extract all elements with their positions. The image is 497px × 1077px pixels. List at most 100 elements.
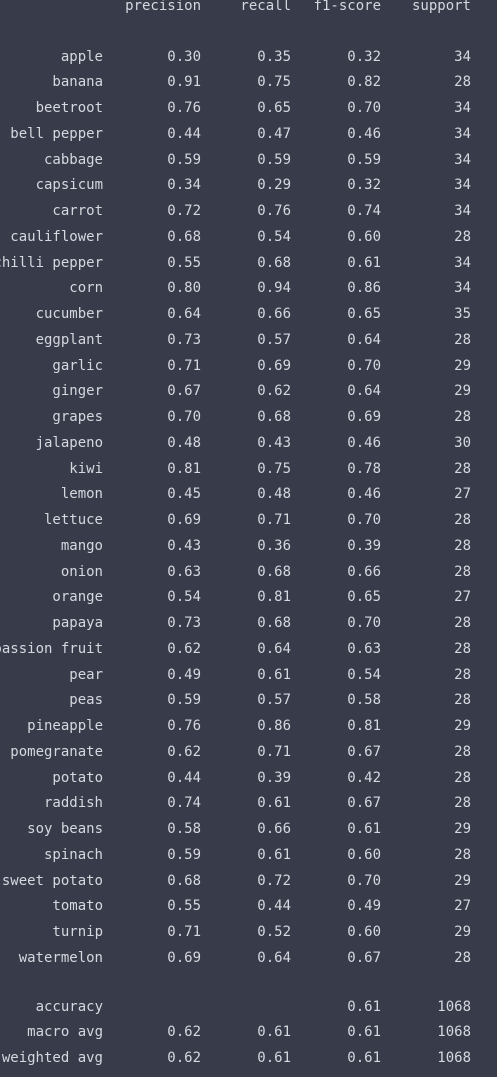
cell-precision: 0.67: [167, 383, 201, 400]
cell-support: 28: [454, 743, 471, 760]
cell-f1-score: 0.61: [347, 998, 381, 1015]
cell-recall: 0.39: [257, 769, 291, 786]
cell-label: grapes: [52, 409, 103, 425]
cell-f1-score: 0.61: [347, 821, 381, 837]
cell-support: 28: [454, 692, 471, 709]
cell-support: 34: [454, 177, 471, 194]
cell-recall: 0.72: [257, 872, 291, 889]
cell-precision: 0.71: [167, 924, 201, 940]
cell-recall: 0.36: [257, 537, 291, 554]
table-row: passion fruit 0.62 0.64 0.63 28: [0, 638, 497, 660]
table-row: eggplant 0.73 0.57 0.64 28: [0, 329, 497, 351]
table-row: pineapple 0.76 0.86 0.81 29: [0, 715, 497, 737]
cell-precision: 0.59: [167, 151, 201, 168]
cell-precision: 0.54: [167, 589, 201, 606]
table-row: raddish 0.74 0.61 0.67 28: [0, 792, 497, 814]
cell-label: carrot: [52, 203, 103, 219]
cell-label: lemon: [60, 486, 103, 503]
table-row: orange 0.54 0.81 0.65 27: [0, 586, 497, 608]
cell-f1-score: 0.32: [347, 177, 381, 194]
cell-label: garlic: [52, 357, 103, 374]
cell-label: spinach: [43, 846, 103, 863]
cell-precision: 0.58: [167, 821, 201, 837]
header-precision: precision: [125, 0, 201, 14]
cell-support: 28: [454, 666, 471, 683]
cell-recall: 0.29: [257, 177, 291, 194]
cell-precision: 0.48: [167, 434, 201, 451]
cell-recall: 0.94: [257, 280, 291, 297]
cell-recall: 0.54: [257, 228, 291, 245]
cell-label: tomato: [52, 898, 103, 915]
cell-label: ginger: [52, 383, 103, 400]
cell-label: beetroot: [35, 100, 103, 116]
cell-label: mango: [60, 537, 103, 554]
cell-precision: 0.91: [167, 74, 201, 91]
cell-support: 28: [454, 537, 471, 554]
cell-precision: 0.73: [167, 331, 201, 348]
cell-support: 28: [454, 949, 471, 966]
cell-precision: 0.63: [167, 563, 201, 580]
cell-f1-score: 0.67: [347, 743, 381, 760]
cell-recall: 0.68: [257, 254, 291, 271]
cell-precision: 0.59: [167, 692, 201, 709]
table-row: spinach 0.59 0.61 0.60 28: [0, 844, 497, 866]
cell-recall: 0.71: [257, 743, 291, 760]
cell-precision: 0.43: [167, 537, 201, 554]
table-row: potato 0.44 0.39 0.42 28: [0, 767, 497, 789]
cell-f1-score: 0.60: [347, 924, 381, 940]
cell-label: pomegranate: [10, 743, 103, 760]
table-row: chilli pepper 0.55 0.68 0.61 34: [0, 252, 497, 274]
table-row: tomato 0.55 0.44 0.49 27: [0, 895, 497, 917]
cell-precision: 0.44: [167, 769, 201, 786]
cell-precision: 0.55: [167, 254, 201, 271]
cell-recall: 0.62: [257, 383, 291, 400]
classification-report: precision recall f1-score support apple 0…: [0, 0, 497, 1077]
cell-label: jalapeno: [35, 434, 103, 451]
table-row: garlic 0.71 0.69 0.70 29: [0, 355, 497, 377]
table-row: apple 0.30 0.35 0.32 34: [0, 46, 497, 68]
cell-precision: 0.74: [167, 795, 201, 812]
cell-support: 28: [454, 409, 471, 425]
cell-label: bell pepper: [10, 125, 103, 142]
cell-precision: 0.71: [167, 357, 201, 374]
cell-support: 29: [454, 924, 471, 940]
summary-row: weighted avg 0.62 0.61 0.61 1068: [0, 1047, 497, 1069]
cell-recall: 0.75: [257, 74, 291, 91]
table-row: pear 0.49 0.61 0.54 28: [0, 664, 497, 686]
cell-recall: 0.57: [257, 692, 291, 709]
cell-recall: 0.71: [257, 512, 291, 528]
cell-label: papaya: [52, 615, 103, 631]
cell-label: passion fruit: [0, 640, 103, 657]
cell-label: macro avg: [27, 1024, 103, 1040]
cell-f1-score: 0.69: [347, 409, 381, 425]
cell-support: 28: [454, 512, 471, 528]
cell-recall: 0.61: [257, 846, 291, 863]
cell-support: 1068: [437, 1024, 471, 1040]
table-row: lemon 0.45 0.48 0.46 27: [0, 483, 497, 505]
cell-label: pear: [69, 666, 103, 683]
cell-support: 28: [454, 615, 471, 631]
cell-support: 34: [454, 48, 471, 65]
cell-label: cucumber: [35, 306, 103, 322]
cell-precision: 0.62: [167, 1024, 201, 1040]
cell-label: watermelon: [18, 949, 103, 966]
cell-recall: 0.61: [257, 666, 291, 683]
cell-recall: 0.64: [257, 640, 291, 657]
cell-precision: 0.70: [167, 409, 201, 425]
cell-label: weighted avg: [1, 1049, 103, 1066]
cell-f1-score: 0.54: [347, 666, 381, 683]
cell-support: 28: [454, 563, 471, 580]
table-row: sweet potato 0.68 0.72 0.70 29: [0, 870, 497, 892]
cell-f1-score: 0.66: [347, 563, 381, 580]
cell-recall: 0.57: [257, 331, 291, 348]
table-row: corn 0.80 0.94 0.86 34: [0, 277, 497, 299]
cell-label: pineapple: [27, 718, 103, 734]
header-f1-score: f1-score: [313, 0, 381, 14]
table-row: turnip 0.71 0.52 0.60 29: [0, 921, 497, 943]
cell-support: 27: [454, 589, 471, 606]
cell-recall: 0.66: [257, 821, 291, 837]
cell-support: 29: [454, 383, 471, 400]
cell-support: 28: [454, 846, 471, 863]
cell-recall: 0.47: [257, 125, 291, 142]
cell-recall: 0.68: [257, 615, 291, 631]
